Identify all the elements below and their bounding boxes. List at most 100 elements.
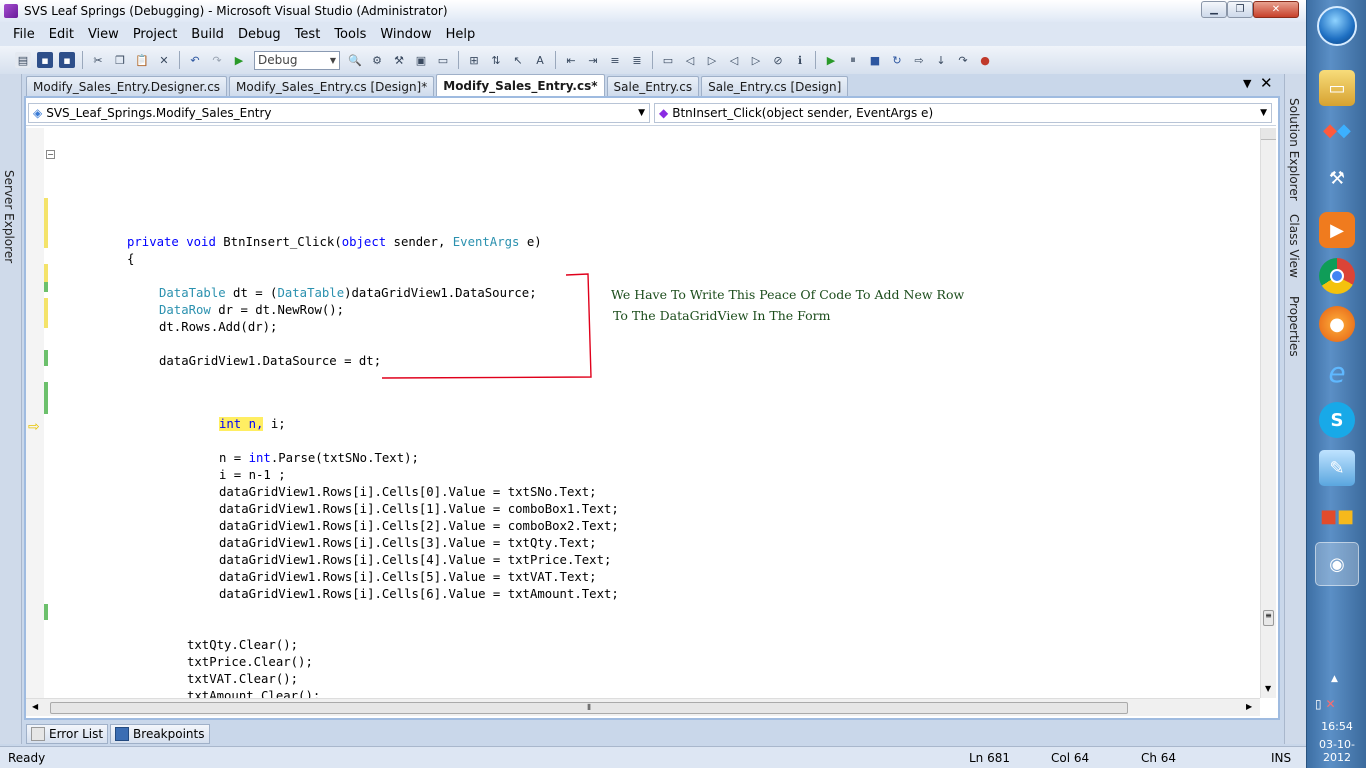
horizontal-scrollbar[interactable]: ◀ ⦀ ▶ [26,698,1260,716]
skype-icon[interactable]: S [1319,402,1355,438]
restart-icon[interactable]: ↻ [889,52,905,68]
visual-studio-task-icon[interactable]: ◉ [1315,542,1359,586]
menu-test[interactable]: Test [288,27,328,42]
clock-date[interactable]: 03-10-2012 [1307,738,1366,764]
next-bookmark-folder-icon[interactable]: ▷ [748,52,764,68]
menu-project[interactable]: Project [126,27,184,42]
menu-build[interactable]: Build [184,27,231,42]
step-over-icon[interactable]: ↷ [955,52,971,68]
file-explorer-icon[interactable]: ▭ [1319,70,1355,106]
stop-debugging-icon[interactable]: ■ [867,52,883,68]
network-icon[interactable]: ✕ [1325,697,1335,711]
tab-modify-sales-entry-designer[interactable]: Modify_Sales_Entry.Designer.cs [26,76,228,96]
save-all-icon[interactable]: ▪ [59,52,75,68]
class-view-tab[interactable]: Class View [1287,214,1301,278]
cut-icon[interactable]: ✂ [90,52,106,68]
class-dropdown[interactable]: ◈ SVS_Leaf_Springs.Modify_Sales_Entry ▼ [28,103,650,123]
saved-change-bar [44,604,48,620]
scroll-left-icon[interactable]: ◀ [32,702,38,711]
vertical-scroll-thumb[interactable]: ≡ [1263,610,1274,626]
break-all-icon[interactable]: ⏸ [845,52,861,68]
bookmark-icon[interactable]: ▭ [660,52,676,68]
font-icon[interactable]: A [532,52,548,68]
clear-bookmarks-icon[interactable]: ⊘ [770,52,786,68]
tab-breakpoints[interactable]: Breakpoints [110,724,210,744]
chevron-down-icon: ▼ [1260,108,1267,118]
indicator-margin[interactable] [26,128,44,698]
tab-sale-entry-code[interactable]: Sale_Entry.cs [606,76,700,96]
minimize-button[interactable]: ▁ [1201,1,1227,18]
start-debugging-icon[interactable]: ▶ [231,52,247,68]
internet-explorer-icon[interactable]: e [1319,354,1355,390]
undo-icon[interactable]: ↶ [187,52,203,68]
find-icon[interactable]: 🔍 [347,52,363,68]
class-icon: ◈ [33,106,43,120]
step-into-icon[interactable]: ↓ [933,52,949,68]
chrome-icon[interactable] [1319,258,1355,294]
solution-explorer-tab[interactable]: Solution Explorer [1287,98,1301,201]
server-explorer-tab[interactable]: Server Explorer [2,170,16,263]
clock-time[interactable]: 16:54 [1307,720,1366,733]
tab-modify-sales-entry-code[interactable]: Modify_Sales_Entry.cs* [436,74,605,96]
media-player-icon[interactable]: ▶ [1319,212,1355,248]
close-tab-icon[interactable]: ✕ [1260,74,1273,92]
outline-collapse-icon[interactable]: − [46,150,55,159]
prev-bookmark-icon[interactable]: ◁ [682,52,698,68]
toolbox-icon[interactable]: ⚒ [391,52,407,68]
tab-modify-sales-entry-design[interactable]: Modify_Sales_Entry.cs [Design]* [229,76,435,96]
horizontal-scroll-thumb[interactable]: ⦀ [50,702,1128,714]
copy-icon[interactable]: ❐ [112,52,128,68]
properties-tab[interactable]: Properties [1287,296,1301,357]
show-next-statement-icon[interactable]: ⇨ [911,52,927,68]
tools-icon[interactable]: ⚒ [1319,160,1355,196]
code-line: int n, i; [219,416,286,433]
save-icon[interactable]: ▪ [37,52,53,68]
chevron-down-icon: ▼ [638,108,645,118]
tab-sale-entry-design[interactable]: Sale_Entry.cs [Design] [701,76,849,96]
sort-icon[interactable]: ⇅ [488,52,504,68]
solution-configuration-select[interactable]: Debug ▼ [254,50,340,70]
menu-file[interactable]: File [6,27,42,42]
tab-list-dropdown-icon[interactable]: ▼ [1243,77,1251,90]
delete-icon[interactable]: ✕ [156,52,172,68]
menu-window[interactable]: Window [373,27,438,42]
firefox-icon[interactable]: ● [1319,306,1355,342]
quick-info-icon[interactable]: ℹ [792,52,808,68]
member-dropdown[interactable]: ◆ BtnInsert_Click(object sender, EventAr… [654,103,1272,123]
show-hidden-icons-icon[interactable]: ▲ [1331,674,1338,684]
scroll-right-icon[interactable]: ▶ [1246,702,1252,711]
start-page-icon[interactable]: ▭ [435,52,451,68]
windows-flag-icon[interactable]: ■ ■ [1319,498,1355,534]
breakpoint-window-icon[interactable]: ● [977,52,993,68]
layout-icon[interactable]: ⊞ [466,52,482,68]
split-handle[interactable] [1261,128,1276,140]
paste-icon[interactable]: 📋 [134,52,150,68]
close-button[interactable]: ✕ [1253,1,1299,18]
start-button[interactable] [1317,6,1357,46]
continue-icon[interactable]: ▶ [823,52,839,68]
battery-icon[interactable]: ▯ [1315,697,1322,711]
redo-icon[interactable]: ↷ [209,52,225,68]
tab-error-list[interactable]: Error List [26,724,109,744]
prev-bookmark-folder-icon[interactable]: ◁ [726,52,742,68]
restore-button[interactable]: ❐ [1227,1,1253,18]
menu-edit[interactable]: Edit [42,27,81,42]
pointer-icon[interactable]: ↖ [510,52,526,68]
uncomment-icon[interactable]: ≣ [629,52,645,68]
indent-icon[interactable]: ⇤ [563,52,579,68]
vertical-scrollbar[interactable]: ≡ ▼ [1260,128,1276,698]
menu-view[interactable]: View [81,27,126,42]
scroll-down-icon[interactable]: ▼ [1265,684,1271,693]
notepad-icon[interactable]: ✎ [1319,450,1355,486]
comment-icon[interactable]: ≡ [607,52,623,68]
menu-tools[interactable]: Tools [327,27,373,42]
menu-help[interactable]: Help [439,27,483,42]
object-browser-icon[interactable]: ▣ [413,52,429,68]
code-editor[interactable]: − ⇨ private void BtnInsert_Click(object … [26,128,1260,698]
outdent-icon[interactable]: ⇥ [585,52,601,68]
properties-icon[interactable]: ⚙ [369,52,385,68]
menu-debug[interactable]: Debug [231,27,288,42]
next-bookmark-icon[interactable]: ▷ [704,52,720,68]
new-project-icon[interactable]: ▤ [15,52,31,68]
color-tool-icon[interactable]: ◆ ◆ [1319,112,1355,148]
